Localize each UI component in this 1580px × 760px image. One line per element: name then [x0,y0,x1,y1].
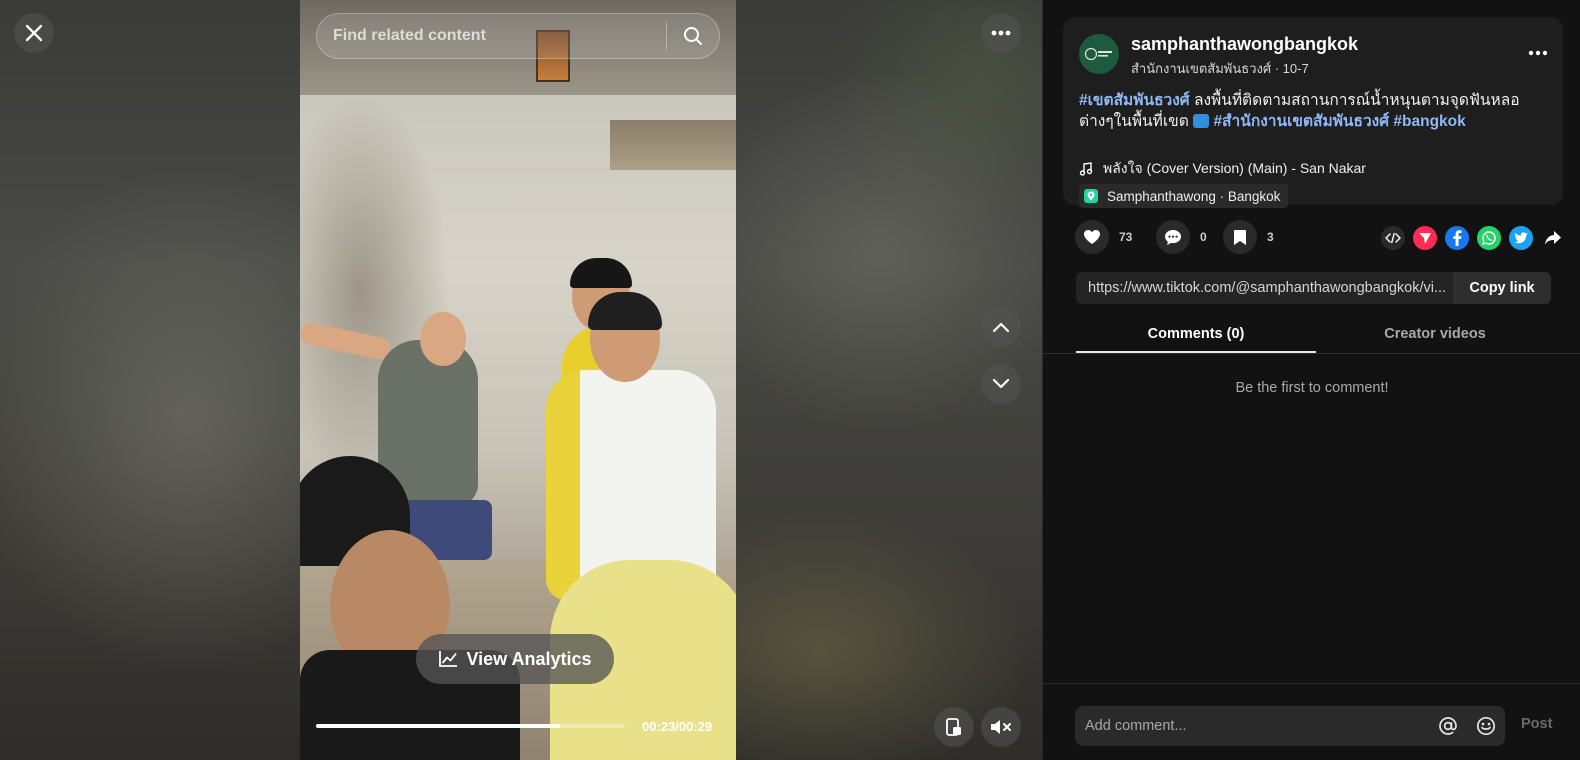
chevron-up-icon [992,322,1010,333]
share-facebook-button[interactable] [1445,226,1469,250]
share-twitter-button[interactable] [1509,226,1533,250]
view-analytics-label: View Analytics [466,648,592,669]
search-bar [316,13,720,59]
save-count: 3 [1267,230,1274,244]
post-date: 10-7 [1282,61,1309,76]
facebook-icon [1453,230,1462,246]
share-arrow-icon [1545,231,1561,245]
bookmark-icon [1234,229,1246,245]
like-button[interactable]: 73 [1075,220,1132,254]
active-tab-indicator [1076,351,1316,353]
view-analytics-button[interactable]: View Analytics [416,634,614,684]
like-count: 73 [1119,230,1133,244]
video-scene-beam [610,120,736,170]
post-comment-button[interactable]: Post [1521,716,1552,732]
post-subline: สำนักงานเขตสัมพันธวงศ์ · 10-7 [1131,58,1309,79]
twitter-icon [1514,232,1528,244]
mute-button[interactable] [981,707,1021,747]
more-dots-icon [1528,50,1548,56]
comment-composer: Post [1043,683,1580,760]
save-button[interactable]: 3 [1223,220,1274,254]
comment-input[interactable] [1075,706,1429,746]
embed-button[interactable] [1381,226,1405,250]
location-tag[interactable]: Samphanthawong · Bangkok [1079,184,1289,208]
search-icon [684,27,702,45]
music-note-icon [1079,162,1093,176]
at-mention-icon [1439,717,1457,735]
previous-video-button[interactable] [981,307,1021,347]
comment-button[interactable]: 0 [1156,220,1207,254]
location-pin-icon [1084,189,1098,203]
close-button[interactable] [14,13,54,53]
search-input[interactable] [317,14,666,58]
copy-link-button[interactable]: Copy link [1453,272,1551,304]
share-whatsapp-button[interactable] [1477,226,1501,250]
mini-player-icon [946,718,961,736]
video-time: 00:23/00:29 [642,719,713,734]
empty-comments-message: Be the first to comment! [1235,380,1389,396]
heart-icon [1084,230,1100,244]
search-button[interactable] [667,14,719,58]
more-options-button[interactable] [981,13,1021,53]
send-to-friends-button[interactable] [1413,226,1437,250]
district-logo-icon [1084,47,1112,61]
water-wave-emoji-icon [1193,114,1210,128]
send-to-friends-icon [1419,233,1431,244]
video-link-row: https://www.tiktok.com/@samphanthawongba… [1076,272,1551,304]
chevron-down-icon [992,378,1010,389]
emoji-button[interactable] [1467,706,1505,746]
emoji-smile-icon [1476,716,1496,736]
video-progress-bar[interactable] [316,724,625,728]
video-progress-fill [316,724,561,728]
more-share-button[interactable] [1541,226,1565,250]
comment-count: 0 [1200,230,1207,244]
comment-bubble-icon [1165,229,1181,245]
post-actions-bar: 73 0 3 [1063,220,1563,256]
username[interactable]: samphanthawongbangkok [1131,34,1358,55]
tab-comments[interactable]: Comments (0) [1076,326,1316,342]
comment-icon-circle [1156,220,1190,254]
video-scene-hair [570,258,632,288]
video-stage: View Analytics 00:23/00:29 [0,0,1042,760]
whatsapp-icon [1482,231,1496,245]
subline-separator: · [1274,61,1283,76]
volume-muted-icon [991,720,1011,734]
close-icon [25,24,43,42]
next-video-button[interactable] [981,364,1021,404]
comment-box [1075,706,1505,746]
hashtag-link[interactable]: #bangkok [1393,113,1465,130]
analytics-chart-icon [439,651,458,667]
tab-creator-videos[interactable]: Creator videos [1315,326,1555,342]
post-info-card: samphanthawongbangkok สำนักงานเขตสัมพันธ… [1063,17,1563,208]
details-panel: samphanthawongbangkok สำนักงานเขตสัมพันธ… [1042,0,1580,760]
mini-player-button[interactable] [934,707,974,747]
embed-icon [1385,232,1401,244]
mention-button[interactable] [1429,706,1467,746]
like-icon-circle [1075,220,1109,254]
more-dots-icon [991,30,1011,36]
display-name: สำนักงานเขตสัมพันธวงศ์ [1131,61,1272,76]
music-link[interactable]: พลังใจ (Cover Version) (Main) - San Naka… [1079,158,1366,180]
comments-tabs: Comments (0) Creator videos [1043,318,1580,354]
post-caption: #เขตสัมพันธวงศ์ ลงพื้นที่ติดตามสถานการณ์… [1079,90,1549,132]
music-title: พลังใจ (Cover Version) (Main) - San Naka… [1103,160,1366,176]
avatar[interactable] [1079,34,1119,74]
save-icon-circle [1223,220,1257,254]
video-link-url[interactable]: https://www.tiktok.com/@samphanthawongba… [1076,280,1453,296]
hashtag-link[interactable]: #สำนักงานเขตสัมพันธวงศ์ [1213,113,1389,130]
post-more-button[interactable] [1523,41,1553,65]
video-scene-head [420,312,466,366]
hashtag-link[interactable]: #เขตสัมพันธวงศ์ [1079,92,1190,109]
location-label: Samphanthawong · Bangkok [1107,188,1281,204]
